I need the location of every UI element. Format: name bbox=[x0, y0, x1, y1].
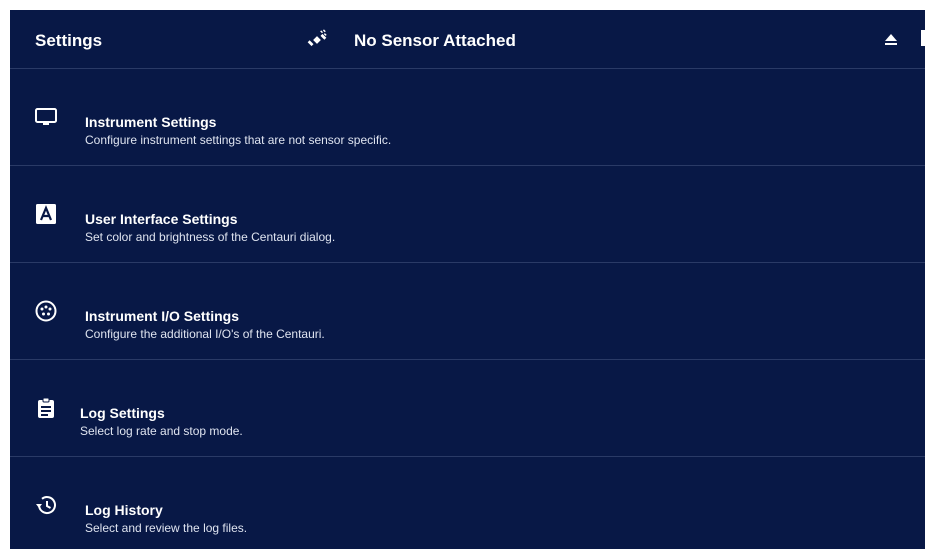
menu-item-description: Configure the additional I/O's of the Ce… bbox=[85, 327, 325, 341]
menu-item-user-interface-settings[interactable]: User Interface Settings Set color and br… bbox=[10, 166, 925, 263]
settings-menu: Instrument Settings Configure instrument… bbox=[10, 69, 925, 549]
page-title: Settings bbox=[35, 31, 103, 50]
menu-item-description: Configure instrument settings that are n… bbox=[85, 133, 392, 147]
menu-item-title: Instrument Settings bbox=[85, 114, 217, 130]
sensor-status: No Sensor Attached bbox=[354, 31, 516, 50]
menu-item-title: Log History bbox=[85, 502, 163, 518]
settings-screen: Settings No Sensor Attached Instrument S… bbox=[10, 10, 925, 549]
satellite-icon bbox=[307, 29, 327, 47]
clipboard-icon bbox=[38, 397, 54, 418]
history-icon bbox=[36, 496, 56, 514]
menu-item-title: Log Settings bbox=[80, 405, 165, 421]
menu-item-instrument-settings[interactable]: Instrument Settings Configure instrument… bbox=[10, 69, 925, 166]
menu-item-title: User Interface Settings bbox=[85, 211, 238, 227]
monitor-icon bbox=[35, 108, 57, 125]
eject-icon[interactable] bbox=[884, 32, 898, 46]
io-connector-icon bbox=[35, 300, 57, 322]
menu-item-instrument-io-settings[interactable]: Instrument I/O Settings Configure the ad… bbox=[10, 263, 925, 360]
menu-item-description: Select and review the log files. bbox=[85, 521, 248, 535]
menu-item-log-settings[interactable]: Log Settings Select log rate and stop mo… bbox=[10, 360, 925, 457]
menu-item-description: Set color and brightness of the Centauri… bbox=[85, 230, 336, 244]
app-header: Settings No Sensor Attached bbox=[10, 10, 925, 69]
font-a-icon bbox=[36, 204, 56, 224]
battery-icon bbox=[921, 30, 925, 46]
menu-item-log-history[interactable]: Log History Select and review the log fi… bbox=[10, 457, 925, 549]
menu-item-description: Select log rate and stop mode. bbox=[80, 424, 243, 438]
menu-item-title: Instrument I/O Settings bbox=[85, 308, 240, 324]
